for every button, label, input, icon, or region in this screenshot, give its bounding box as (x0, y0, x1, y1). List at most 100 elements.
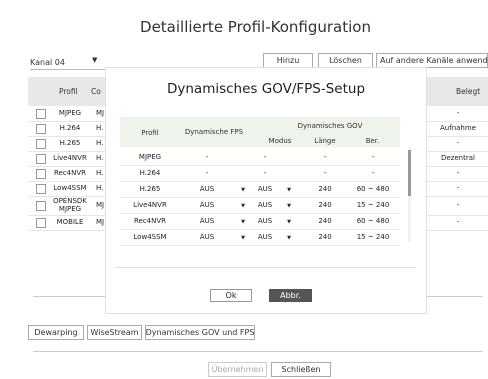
divider (33, 351, 483, 352)
window-title: Detaillierte Profil-Konfiguration (140, 18, 371, 36)
modus-select[interactable]: AUS (250, 201, 280, 209)
laenge-value[interactable]: 240 (305, 217, 345, 225)
profile-codec: H. (96, 184, 104, 192)
profile-belegt: - (456, 184, 460, 192)
profile-codec: H. (96, 124, 104, 132)
range-value: 15 ~ 240 (356, 201, 390, 209)
scrollbar-thumb[interactable] (408, 150, 411, 196)
chevron-down-icon[interactable]: ▼ (239, 235, 247, 241)
row-checkbox[interactable] (36, 139, 46, 149)
modus-select[interactable]: AUS (250, 217, 280, 225)
row-checkbox[interactable] (36, 184, 46, 194)
header-codec: Co (91, 87, 101, 96)
table-row: Live4NVR AUS ▼ AUS ▼ 240 15 ~ 240 (120, 197, 400, 214)
row-checkbox[interactable] (36, 169, 46, 179)
header-belegt: Belegt (456, 87, 481, 96)
profile-name: MOBILE (56, 218, 84, 226)
laenge-value[interactable]: 240 (305, 233, 345, 241)
chevron-down-icon[interactable]: ▼ (239, 187, 247, 193)
fps-select[interactable]: AUS (192, 185, 222, 193)
chevron-down-icon[interactable]: ▼ (92, 56, 97, 64)
wisestream-button[interactable]: WiseStream (87, 325, 142, 340)
header-profil: Profil (141, 129, 159, 137)
range-value: - (371, 153, 375, 161)
table-row: H.265 AUS ▼ AUS ▼ 240 60 ~ 480 (120, 181, 400, 198)
chevron-down-icon[interactable]: ▼ (285, 219, 293, 225)
channel-select[interactable]: Kanal 04 (30, 58, 65, 67)
fps-select[interactable]: - (192, 169, 222, 177)
laenge-value[interactable]: 240 (305, 185, 345, 193)
profile-name: H.264 (59, 124, 81, 132)
add-button[interactable]: Hinzu (263, 53, 313, 68)
profile-belegt: Dezentral (441, 154, 475, 162)
chevron-down-icon[interactable]: ▼ (285, 235, 293, 241)
table-row: MJPEG - - - - (120, 149, 400, 166)
apply-button[interactable]: Übernehmen (208, 362, 267, 377)
row-profil: Low4SSM (133, 233, 167, 241)
range-value: 60 ~ 480 (356, 217, 390, 225)
fps-select[interactable]: - (192, 153, 222, 161)
profile-name: Rec4NVR (53, 169, 87, 177)
dialog-title: Dynamisches GOV/FPS-Setup (166, 81, 366, 97)
table-row: H.264 - - - - (120, 165, 400, 182)
profile-belegt: - (456, 109, 460, 117)
modus-select[interactable]: AUS (250, 233, 280, 241)
row-checkbox[interactable] (36, 124, 46, 134)
row-profil: Live4NVR (133, 201, 167, 209)
profile-codec: H. (96, 139, 104, 147)
profile-belegt: - (456, 139, 460, 147)
channel-underline (30, 69, 114, 70)
laenge-value[interactable]: 240 (305, 201, 345, 209)
apply-to-other-channels-button[interactable]: Auf andere Kanäle anwenden (376, 53, 488, 68)
header-ber: Ber. (365, 137, 380, 145)
chevron-down-icon[interactable]: ▼ (285, 203, 293, 209)
close-button[interactable]: Schließen (271, 362, 331, 377)
cancel-button[interactable]: Abbr. (269, 289, 312, 302)
profile-belegt: - (456, 169, 460, 177)
profile-name: MJPEG (58, 109, 82, 117)
modus-select[interactable]: AUS (250, 185, 280, 193)
profile-codec: MJ (96, 201, 105, 209)
row-profil: Rec4NVR (133, 217, 167, 225)
fps-select[interactable]: AUS (192, 217, 222, 225)
profile-name: Live4NVR (53, 154, 87, 162)
delete-button[interactable]: Löschen (318, 53, 373, 68)
table-row: Low4SSM AUS ▼ AUS ▼ 240 15 ~ 240 (120, 229, 400, 246)
dewarping-button[interactable]: Dewarping (28, 325, 84, 340)
dynamic-gov-fps-button[interactable]: Dynamisches GOV und FPS (145, 325, 255, 340)
profile-codec: MJ (96, 218, 105, 226)
row-checkbox[interactable] (36, 109, 46, 119)
laenge-value[interactable]: - (305, 153, 345, 161)
profile-belegt: Aufnahme (440, 124, 476, 132)
profile-name: OPENSDK MJPEG (53, 197, 87, 213)
row-profil: MJPEG (138, 153, 162, 161)
header-laenge: Länge (314, 137, 336, 145)
profile-name: H.265 (59, 139, 81, 147)
profile-codec: H. (96, 169, 104, 177)
chevron-down-icon[interactable]: ▼ (239, 203, 247, 209)
ok-button[interactable]: Ok (210, 289, 252, 302)
divider (116, 267, 416, 268)
header-profil: Profil (59, 87, 78, 96)
header-modus: Modus (268, 137, 292, 145)
profile-codec: MJ (96, 109, 105, 117)
modus-select[interactable]: - (250, 153, 280, 161)
range-value: 15 ~ 240 (356, 233, 390, 241)
profile-belegt: - (456, 201, 460, 209)
row-checkbox[interactable] (36, 201, 46, 211)
chevron-down-icon[interactable]: ▼ (239, 219, 247, 225)
header-dynamic-gov: Dynamisches GOV (297, 122, 363, 130)
laenge-value[interactable]: - (305, 169, 345, 177)
fps-select[interactable]: AUS (192, 201, 222, 209)
gov-fps-setup-dialog: Dynamisches GOV/FPS-Setup Profil Dynamis… (106, 68, 426, 313)
chevron-down-icon[interactable]: ▼ (285, 187, 293, 193)
row-profil: H.265 (139, 185, 161, 193)
profile-codec: H. (96, 154, 104, 162)
fps-select[interactable]: AUS (192, 233, 222, 241)
table-header: Profil Dynamische FPS Dynamisches GOV Mo… (120, 117, 400, 147)
modus-select[interactable]: - (250, 169, 280, 177)
row-checkbox[interactable] (36, 218, 46, 228)
row-checkbox[interactable] (36, 154, 46, 164)
row-profil: H.264 (139, 169, 161, 177)
range-value: 60 ~ 480 (356, 185, 390, 193)
